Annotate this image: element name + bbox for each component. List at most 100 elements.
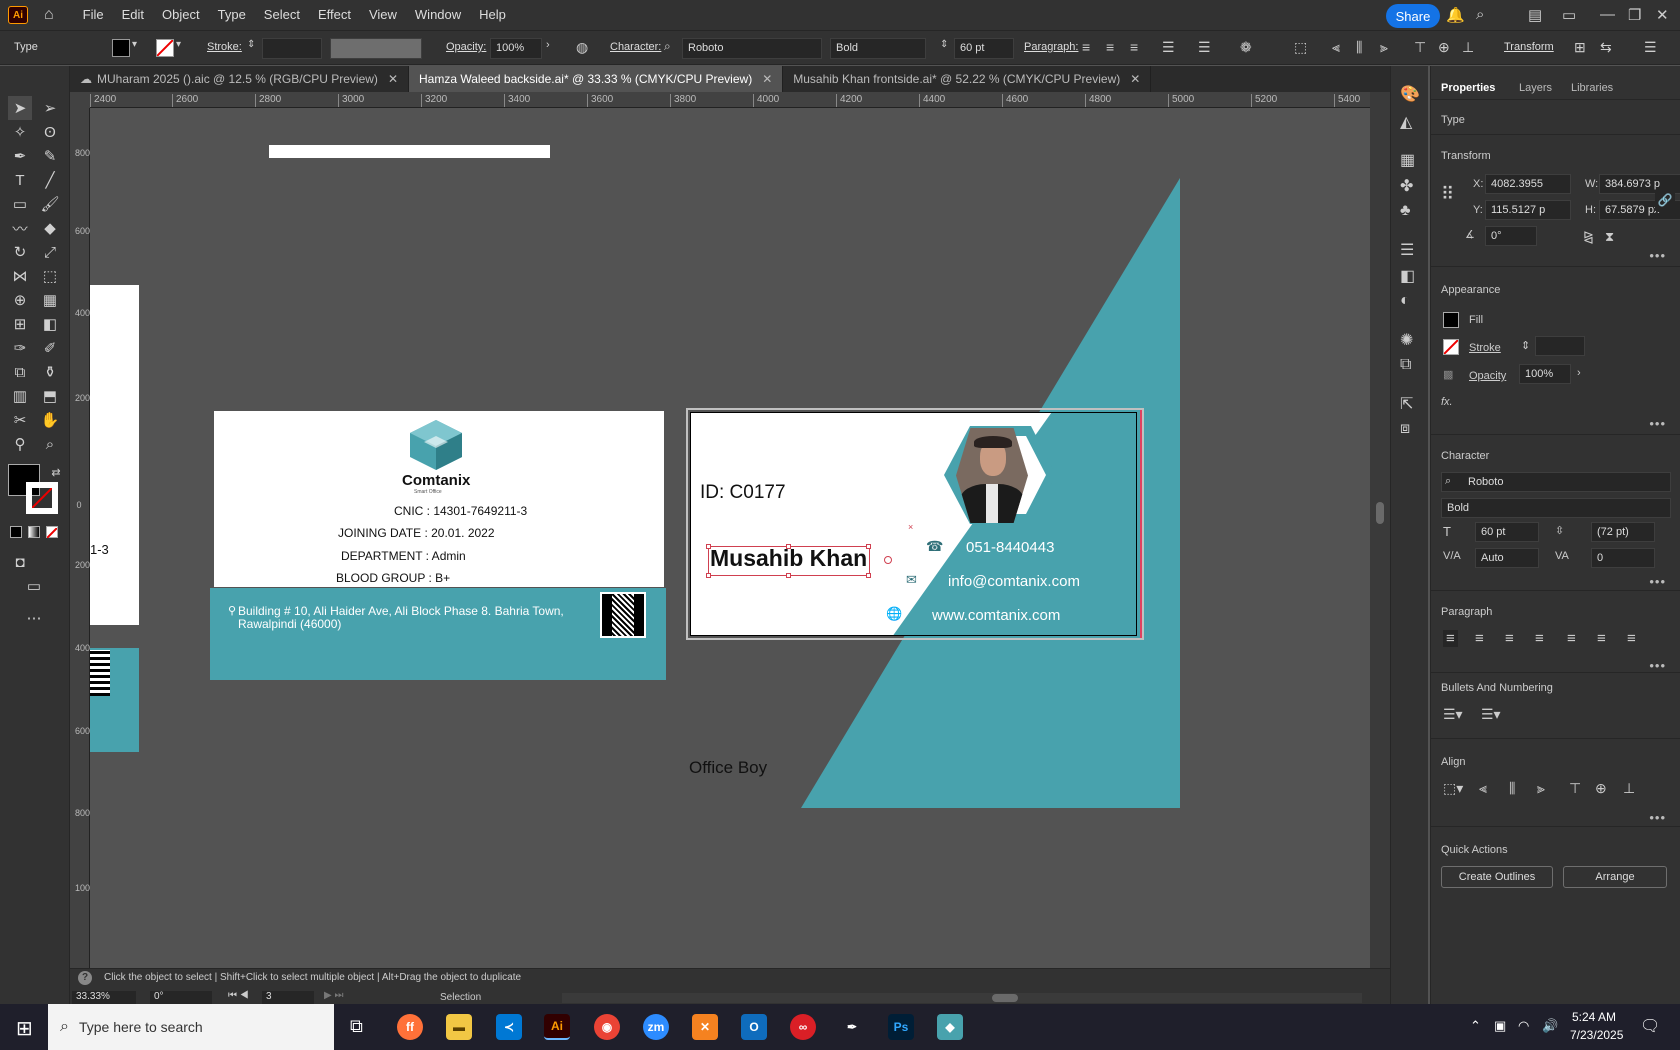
- width-tool-icon[interactable]: ⋈: [8, 264, 32, 288]
- vscode-icon[interactable]: ≺: [496, 1014, 522, 1040]
- xampp-icon[interactable]: ✕: [692, 1014, 718, 1040]
- font-style-field[interactable]: Bold: [830, 38, 926, 59]
- opacity-label[interactable]: Opacity:: [446, 41, 486, 53]
- zoom-field[interactable]: 33.33%: [72, 991, 136, 1005]
- align-bottom-icon[interactable]: ⊥: [1462, 39, 1474, 56]
- symbol-sprayer-icon[interactable]: ⚱: [38, 360, 62, 384]
- fx-button[interactable]: fx.: [1441, 396, 1453, 408]
- blend-tool-icon[interactable]: ⧉: [8, 360, 32, 384]
- stepper-icon[interactable]: ⇕: [940, 39, 948, 50]
- align-left-icon[interactable]: ≡: [1443, 630, 1458, 647]
- more-options-icon[interactable]: •••: [1649, 658, 1666, 673]
- menu-object[interactable]: Object: [153, 0, 209, 30]
- artboard-tool-icon[interactable]: ⬒: [38, 384, 62, 408]
- tab-layers[interactable]: Layers: [1519, 82, 1552, 94]
- y-field[interactable]: 115.5127 p: [1485, 200, 1571, 220]
- shaper-tool-icon[interactable]: 〰: [8, 216, 32, 240]
- tray-icon[interactable]: ▣: [1494, 1018, 1506, 1034]
- numbering-icon[interactable]: ☰: [1198, 39, 1211, 56]
- menu-view[interactable]: View: [360, 0, 406, 30]
- tab-properties[interactable]: Properties: [1441, 82, 1495, 94]
- arrange-icon[interactable]: ⇆: [1600, 39, 1612, 56]
- direct-selection-tool-icon[interactable]: ➢: [38, 96, 62, 120]
- menu-type[interactable]: Type: [209, 0, 255, 30]
- transparency-panel-icon[interactable]: ◐: [1400, 292, 1410, 310]
- graph-tool-icon[interactable]: ▥: [8, 384, 32, 408]
- justify-left-icon[interactable]: ≡: [1535, 630, 1544, 647]
- perspective-grid-icon[interactable]: ▦: [38, 288, 62, 312]
- pen-tool-icon[interactable]: ✒: [8, 144, 32, 168]
- color-panel-icon[interactable]: 🎨: [1400, 84, 1420, 104]
- align-hcenter-icon[interactable]: ⫼: [1356, 39, 1362, 56]
- opacity-label[interactable]: Opacity: [1469, 370, 1506, 382]
- free-transform-icon[interactable]: ⬚: [38, 264, 62, 288]
- pen-app-icon[interactable]: ✒: [839, 1014, 865, 1040]
- isolate-icon[interactable]: ⊞: [1574, 39, 1586, 56]
- close-tab-icon[interactable]: ✕: [1130, 72, 1140, 86]
- zoom-tool-icon[interactable]: ⌕: [38, 432, 62, 456]
- export-panel-icon[interactable]: ⇱: [1400, 394, 1413, 414]
- more-options-icon[interactable]: •••: [1649, 810, 1666, 825]
- justify-center-icon[interactable]: ≡: [1567, 630, 1576, 647]
- rectangle-tool-icon[interactable]: ▭: [8, 192, 32, 216]
- line-tool-icon[interactable]: ╱: [38, 168, 62, 192]
- numbering-icon[interactable]: ☰▾: [1481, 706, 1501, 723]
- menu-select[interactable]: Select: [255, 0, 309, 30]
- scroll-thumb[interactable]: [992, 994, 1018, 1002]
- appearance-panel-icon[interactable]: ✺: [1400, 330, 1413, 350]
- flip-horizontal-icon[interactable]: ⧎: [1583, 229, 1594, 245]
- font-size-field[interactable]: 60 pt: [1475, 522, 1539, 542]
- clock-date[interactable]: 7/23/2025: [1570, 1028, 1623, 1042]
- stroke-swatch[interactable]: [1443, 339, 1459, 355]
- character-label[interactable]: Character:: [610, 41, 661, 53]
- stroke-panel-icon[interactable]: ☰: [1400, 240, 1414, 260]
- align-right-objects-icon[interactable]: ⫸: [1380, 39, 1388, 56]
- constrain-proportions-icon[interactable]: 🔗: [1655, 188, 1675, 212]
- file-explorer-icon[interactable]: ▬: [446, 1014, 472, 1040]
- font-size-field[interactable]: 60 pt: [954, 38, 1014, 59]
- opacity-field[interactable]: 100%: [490, 38, 542, 59]
- menu-icon[interactable]: ☰: [1644, 39, 1657, 56]
- restore-icon[interactable]: ❐: [1628, 6, 1641, 24]
- share-button[interactable]: Share: [1386, 4, 1440, 28]
- menu-window[interactable]: Window: [406, 0, 470, 30]
- slice-tool-icon[interactable]: ✂: [8, 408, 32, 432]
- font-family-field[interactable]: Roboto: [1441, 472, 1671, 492]
- type-tool-icon[interactable]: T: [8, 168, 32, 192]
- illustrator-icon[interactable]: Ai: [544, 1014, 570, 1040]
- gradient-panel-icon[interactable]: ◧: [1400, 266, 1415, 286]
- hand-tool-icon[interactable]: ✋: [38, 408, 62, 432]
- rotation-field[interactable]: 0°: [150, 991, 212, 1005]
- menu-help[interactable]: Help: [470, 0, 515, 30]
- align-to-icon[interactable]: ⬚: [1294, 39, 1307, 56]
- align-left-icon[interactable]: ≡: [1082, 39, 1090, 55]
- clock-time[interactable]: 5:24 AM: [1572, 1010, 1616, 1024]
- tab-musahib-frontside[interactable]: Musahib Khan frontside.ai* @ 52.22 % (CM…: [783, 66, 1152, 92]
- x-field[interactable]: 4082.3955: [1485, 174, 1571, 194]
- magic-wand-icon[interactable]: ✧: [8, 120, 32, 144]
- stroke-weight-field[interactable]: [262, 38, 322, 59]
- screen-mode-icon[interactable]: ▭: [22, 574, 46, 598]
- more-options-icon[interactable]: •••: [1649, 248, 1666, 263]
- stroke-label[interactable]: Stroke:: [207, 41, 242, 53]
- tab-muharam[interactable]: ☁ MUharam 2025 ().aic @ 12.5 % (RGB/CPU …: [70, 66, 409, 92]
- color-mode-icon[interactable]: [10, 526, 22, 538]
- recolor-icon[interactable]: ◍: [576, 39, 588, 56]
- menu-effect[interactable]: Effect: [309, 0, 360, 30]
- profile-photo[interactable]: [956, 428, 1028, 523]
- variable-width-profile[interactable]: [330, 38, 422, 59]
- comtanix-app-icon[interactable]: ◆: [937, 1014, 963, 1040]
- align-hcenter-icon[interactable]: ⫼: [1509, 780, 1515, 797]
- zoom-app-icon[interactable]: zm: [643, 1014, 669, 1040]
- none-mode-icon[interactable]: [46, 526, 58, 539]
- graphic-styles-icon[interactable]: ⧉: [1400, 356, 1411, 374]
- stroke-weight-field[interactable]: [1535, 336, 1585, 356]
- stroke-label[interactable]: Stroke: [1469, 342, 1501, 354]
- stepper-icon[interactable]: ⇕: [247, 39, 255, 50]
- more-tools-icon[interactable]: ⋯: [22, 606, 46, 630]
- reference-point-icon[interactable]: ⠿: [1441, 184, 1454, 205]
- creative-cloud-icon[interactable]: ∞: [790, 1014, 816, 1040]
- tab-hamza-backside[interactable]: Hamza Waleed backside.ai* @ 33.33 % (CMY…: [409, 66, 784, 92]
- artboard-number-field[interactable]: 3: [262, 991, 314, 1005]
- vertical-scrollbar[interactable]: [1370, 92, 1390, 968]
